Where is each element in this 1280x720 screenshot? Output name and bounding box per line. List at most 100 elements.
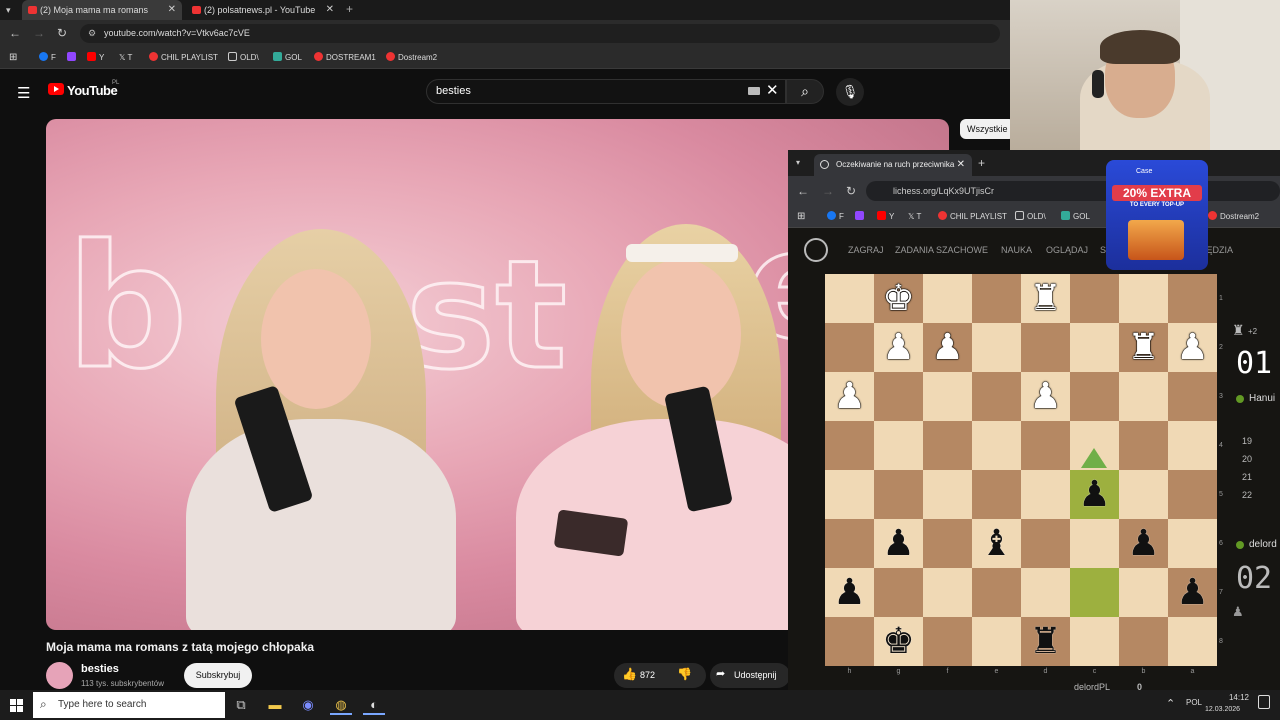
black-pawn-icon[interactable]: ♟ bbox=[1070, 470, 1119, 519]
white-pawn-icon[interactable]: ♟ bbox=[825, 372, 874, 421]
bookmark-folder[interactable]: OLD\ bbox=[1015, 206, 1046, 228]
board-square[interactable]: ♟ bbox=[874, 519, 923, 568]
white-pawn-icon[interactable]: ♟ bbox=[1021, 372, 1070, 421]
move-number[interactable]: 22 bbox=[1242, 490, 1252, 500]
board-square[interactable] bbox=[1168, 421, 1217, 470]
board-square[interactable] bbox=[972, 323, 1021, 372]
bookmark-item[interactable]: Y bbox=[877, 206, 894, 228]
board-square[interactable] bbox=[1021, 568, 1070, 617]
subscribe-button[interactable]: Subskrybuj bbox=[184, 663, 252, 688]
board-square[interactable]: ♟ bbox=[1168, 323, 1217, 372]
board-square[interactable] bbox=[825, 421, 874, 470]
windows-start-icon[interactable] bbox=[10, 699, 23, 712]
nav-puzzles[interactable]: ZADANIA SZACHOWE bbox=[895, 245, 988, 255]
board-square[interactable] bbox=[874, 470, 923, 519]
black-pawn-icon[interactable]: ♟ bbox=[1168, 568, 1217, 617]
board-square[interactable] bbox=[1168, 519, 1217, 568]
black-pawn-icon[interactable]: ♟ bbox=[1119, 519, 1168, 568]
nav-play[interactable]: ZAGRAJ bbox=[848, 245, 884, 255]
bookmark-item[interactable] bbox=[67, 47, 79, 69]
bookmark-item[interactable]: F bbox=[39, 47, 56, 69]
back-icon[interactable]: ← bbox=[797, 176, 809, 206]
board-square[interactable]: ♟ bbox=[923, 323, 972, 372]
board-square[interactable] bbox=[1021, 421, 1070, 470]
forward-icon[interactable]: → bbox=[33, 20, 45, 47]
black-rook-icon[interactable]: ♜ bbox=[1021, 617, 1070, 666]
board-square[interactable] bbox=[1021, 323, 1070, 372]
move-number[interactable]: 21 bbox=[1242, 472, 1252, 482]
youtube-logo-icon[interactable] bbox=[48, 83, 64, 95]
board-square[interactable] bbox=[972, 617, 1021, 666]
player-name[interactable]: delord bbox=[1249, 539, 1277, 550]
apps-icon[interactable]: ⊞ bbox=[9, 47, 17, 69]
bookmark-item[interactable]: Dostream2 bbox=[386, 47, 437, 69]
opponent-name[interactable]: Hanui bbox=[1249, 393, 1275, 404]
board-square[interactable]: ♜ bbox=[1021, 274, 1070, 323]
board-square[interactable] bbox=[923, 568, 972, 617]
bookmark-item[interactable]: CHIL PLAYLIST bbox=[149, 47, 218, 69]
board-square[interactable] bbox=[1070, 568, 1119, 617]
address-bar[interactable]: ⚙ youtube.com/watch?v=Vtkv6ac7cVE bbox=[80, 24, 1000, 43]
search-input-value[interactable]: besties bbox=[436, 79, 471, 104]
board-square[interactable] bbox=[874, 421, 923, 470]
nav-watch[interactable]: OGLĄDAJ bbox=[1046, 245, 1088, 255]
bookmark-item[interactable]: F bbox=[827, 206, 844, 228]
voice-search-button[interactable]: 🎙 bbox=[836, 78, 864, 106]
new-tab-button[interactable]: + bbox=[346, 0, 353, 18]
board-square[interactable]: ♚ bbox=[874, 274, 923, 323]
bookmark-item[interactable]: 𝕏 T bbox=[119, 47, 132, 69]
board-square[interactable] bbox=[972, 372, 1021, 421]
board-square[interactable] bbox=[1119, 470, 1168, 519]
tray-overflow-icon[interactable]: ⌃ bbox=[1166, 697, 1175, 710]
board-square[interactable] bbox=[1070, 274, 1119, 323]
thumbs-down-icon[interactable]: 👎 bbox=[677, 667, 692, 681]
bookmark-item[interactable]: CHIL PLAYLIST bbox=[938, 206, 1007, 228]
board-square[interactable] bbox=[923, 470, 972, 519]
bookmark-item[interactable] bbox=[855, 206, 867, 228]
move-number[interactable]: 20 bbox=[1242, 454, 1252, 464]
board-square[interactable] bbox=[923, 372, 972, 421]
board-square[interactable] bbox=[1070, 323, 1119, 372]
board-square[interactable] bbox=[1168, 372, 1217, 421]
board-square[interactable]: ♟ bbox=[1070, 470, 1119, 519]
board-square[interactable] bbox=[1119, 372, 1168, 421]
board-square[interactable] bbox=[923, 519, 972, 568]
board-square[interactable] bbox=[1119, 617, 1168, 666]
board-square[interactable] bbox=[1070, 519, 1119, 568]
task-view-icon[interactable]: ⧉ bbox=[230, 695, 252, 715]
file-explorer-icon[interactable]: ▬ bbox=[264, 695, 286, 715]
board-square[interactable] bbox=[1119, 421, 1168, 470]
bookmark-folder[interactable]: OLD\ bbox=[228, 47, 259, 69]
apps-icon[interactable]: ⊞ bbox=[797, 206, 805, 228]
black-pawn-icon[interactable]: ♟ bbox=[825, 568, 874, 617]
board-square[interactable]: ♚ bbox=[874, 617, 923, 666]
board-square[interactable] bbox=[972, 421, 1021, 470]
channel-name[interactable]: besties bbox=[81, 663, 119, 675]
white-pawn-icon[interactable]: ♟ bbox=[1168, 323, 1217, 372]
black-king-icon[interactable]: ♚ bbox=[874, 617, 923, 666]
browser-tab[interactable]: (2) polsatnews.pl - YouTube ✕ bbox=[186, 0, 340, 20]
white-pawn-icon[interactable]: ♟ bbox=[923, 323, 972, 372]
board-square[interactable]: ♟ bbox=[1168, 568, 1217, 617]
board-square[interactable] bbox=[923, 274, 972, 323]
menu-icon[interactable]: ☰ bbox=[17, 84, 30, 102]
black-bishop-icon[interactable]: ♝ bbox=[972, 519, 1021, 568]
board-square[interactable] bbox=[825, 617, 874, 666]
back-icon[interactable]: ← bbox=[9, 20, 21, 47]
clear-search-icon[interactable]: ✕ bbox=[766, 81, 779, 99]
discord-icon[interactable]: ◉ bbox=[297, 695, 319, 715]
board-square[interactable] bbox=[972, 568, 1021, 617]
white-pawn-icon[interactable]: ♟ bbox=[874, 323, 923, 372]
bookmark-item[interactable]: Dostream2 bbox=[1208, 206, 1259, 228]
clock-time[interactable]: 14:12 bbox=[1213, 693, 1249, 702]
board-square[interactable]: ♝ bbox=[972, 519, 1021, 568]
white-rook-icon[interactable]: ♜ bbox=[1119, 323, 1168, 372]
board-square[interactable] bbox=[825, 323, 874, 372]
nav-learn[interactable]: NAUKA bbox=[1001, 245, 1032, 255]
black-pawn-icon[interactable]: ♟ bbox=[874, 519, 923, 568]
input-language[interactable]: POL bbox=[1186, 698, 1202, 707]
reload-icon[interactable]: ↻ bbox=[57, 20, 67, 47]
white-rook-icon[interactable]: ♜ bbox=[1021, 274, 1070, 323]
bookmark-item[interactable]: GOL bbox=[1061, 206, 1090, 228]
board-square[interactable] bbox=[1119, 274, 1168, 323]
